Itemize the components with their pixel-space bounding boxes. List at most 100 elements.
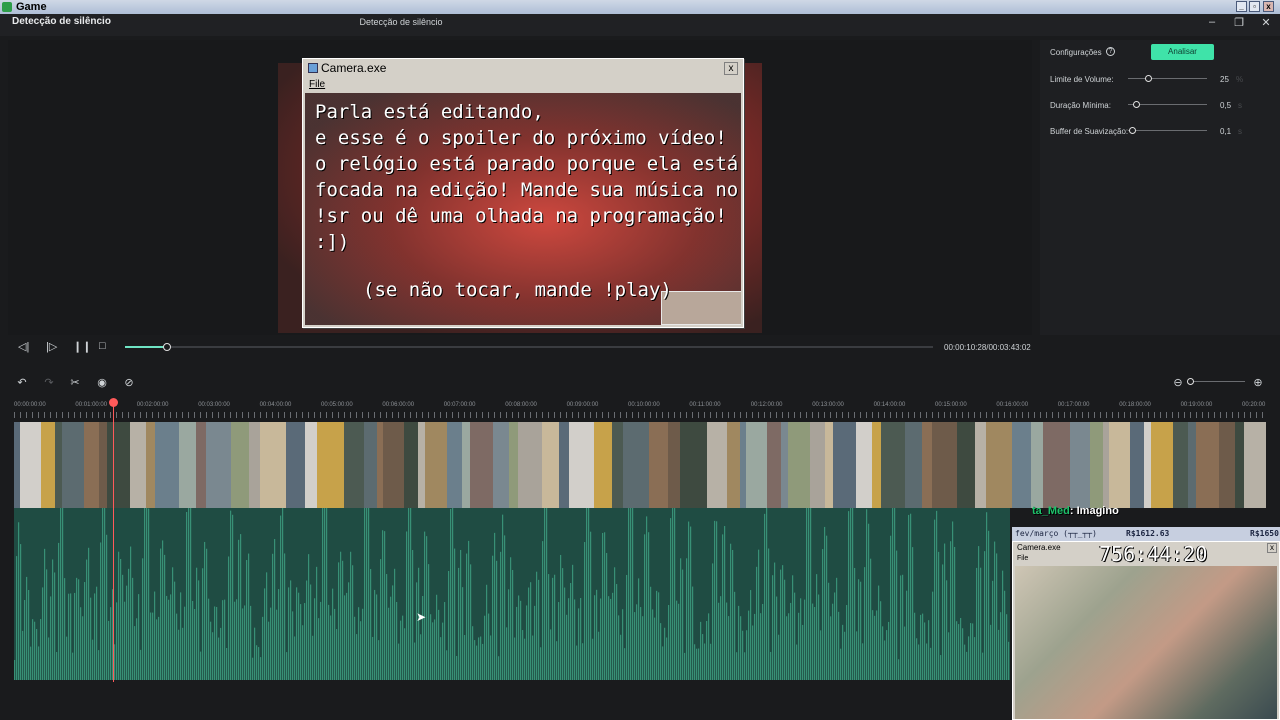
waveform-bar — [22, 630, 24, 680]
waveform-bar — [308, 554, 310, 680]
waveform-bar — [336, 629, 338, 680]
waveform-bar — [720, 596, 722, 680]
waveform-bar — [754, 613, 756, 680]
os-minimize-button[interactable]: _ — [1236, 1, 1247, 12]
waveform-bar — [472, 626, 474, 680]
waveform-bar — [448, 570, 450, 680]
clip-thumbnail — [196, 422, 206, 508]
os-close-button[interactable]: x — [1263, 1, 1274, 12]
waveform-bar — [134, 626, 136, 680]
waveform-bar — [858, 579, 860, 680]
waveform-bar — [428, 564, 430, 680]
stop-icon[interactable]: □ — [99, 340, 106, 352]
audio-waveform-track[interactable] — [14, 508, 1010, 680]
volume-threshold-slider[interactable] — [1128, 78, 1207, 79]
prev-frame-icon[interactable]: ◁| — [18, 340, 29, 353]
clip-thumbnail — [364, 422, 377, 508]
volume-threshold-handle[interactable] — [1145, 75, 1152, 82]
scrubber-handle[interactable] — [163, 343, 171, 351]
cut-icon[interactable]: ✂ — [68, 376, 82, 389]
waveform-bar — [750, 590, 752, 680]
waveform-bar — [736, 652, 738, 680]
waveform-bar — [120, 558, 122, 680]
close-button[interactable]: ✕ — [1259, 16, 1273, 29]
min-duration-handle[interactable] — [1133, 101, 1140, 108]
waveform-bar — [294, 636, 296, 680]
waveform-bar — [46, 569, 48, 680]
waveform-bar — [396, 601, 398, 680]
waveform-bar — [918, 644, 920, 680]
clip-thumbnail — [810, 422, 825, 508]
waveform-bar — [194, 609, 196, 680]
waveform-bar — [440, 637, 442, 680]
waveform-bar — [792, 575, 794, 680]
waveform-bar — [288, 587, 290, 680]
play-icon[interactable]: |▷ — [46, 340, 57, 353]
waveform-bar — [700, 621, 702, 680]
analyze-button[interactable]: Analisar — [1151, 44, 1214, 60]
minimize-button[interactable]: – — [1205, 16, 1219, 28]
playhead-handle[interactable] — [109, 398, 118, 407]
waveform-bar — [520, 600, 522, 680]
waveform-bar — [658, 592, 660, 680]
camera-file-menu[interactable]: File — [309, 79, 325, 90]
waveform-bar — [200, 651, 202, 680]
waveform-bar — [104, 508, 106, 680]
pause-icon[interactable]: ❙❙ — [73, 340, 91, 353]
zoom-out-icon[interactable]: ⊖ — [1171, 376, 1185, 389]
waveform-bar — [978, 546, 980, 680]
os-maximize-button[interactable]: ▫ — [1249, 1, 1260, 12]
waveform-bar — [366, 508, 368, 680]
waveform-bar — [324, 508, 326, 680]
waveform-bar — [66, 636, 68, 680]
waveform-bar — [132, 577, 134, 680]
undo-icon[interactable]: ↶ — [15, 376, 29, 389]
smoothing-buffer-handle[interactable] — [1129, 127, 1136, 134]
waveform-bar — [528, 587, 530, 680]
waveform-bar — [856, 631, 858, 680]
waveform-bar — [460, 549, 462, 680]
waveform-bar — [88, 547, 90, 680]
goal-target: R$1650 — [1250, 529, 1279, 538]
restore-button[interactable]: ❐ — [1232, 16, 1246, 29]
help-icon[interactable]: ? — [1106, 47, 1115, 56]
waveform-bar — [552, 577, 554, 680]
waveform-bar — [102, 508, 104, 680]
waveform-bar — [176, 613, 178, 680]
waveform-bar — [712, 563, 714, 680]
waveform-bar — [908, 514, 910, 680]
caption-line: Parla está editando, — [315, 101, 544, 123]
waveform-bar — [956, 621, 958, 680]
zoom-slider[interactable] — [1189, 381, 1245, 382]
waveform-bar — [166, 595, 168, 680]
zoom-in-icon[interactable]: ⊕ — [1251, 376, 1265, 389]
waveform-bar — [238, 539, 240, 680]
waveform-bar — [208, 598, 210, 680]
eye-icon[interactable]: ◉ — [95, 376, 109, 389]
redo-icon[interactable]: ↷ — [42, 376, 56, 389]
waveform-bar — [662, 646, 664, 680]
waveform-bar — [850, 508, 852, 680]
zoom-handle[interactable] — [1187, 378, 1194, 385]
clip-thumbnail — [905, 422, 922, 508]
waveform-bar — [14, 660, 16, 680]
clip-thumbnail — [1151, 422, 1173, 508]
clip-thumbnail — [1219, 422, 1235, 508]
smoothing-buffer-slider[interactable] — [1128, 130, 1207, 131]
waveform-bar — [74, 592, 76, 680]
clip-thumbnail — [383, 422, 404, 508]
waveform-bar — [228, 556, 230, 680]
waveform-bar — [902, 574, 904, 680]
eye-off-icon[interactable]: ⊘ — [122, 376, 136, 389]
timecode: 00:00:10:28/00:03:43:02 — [944, 343, 1031, 352]
video-track[interactable] — [14, 422, 1266, 508]
waveform-bar — [320, 601, 322, 680]
waveform-bar — [510, 557, 512, 680]
camera-close-button[interactable]: x — [724, 62, 738, 75]
scrubber-track[interactable] — [125, 346, 933, 348]
waveform-bar — [94, 593, 96, 680]
playhead[interactable] — [113, 400, 114, 682]
waveform-bar — [90, 597, 92, 680]
waveform-bar — [672, 508, 674, 680]
waveform-bar — [106, 534, 108, 680]
